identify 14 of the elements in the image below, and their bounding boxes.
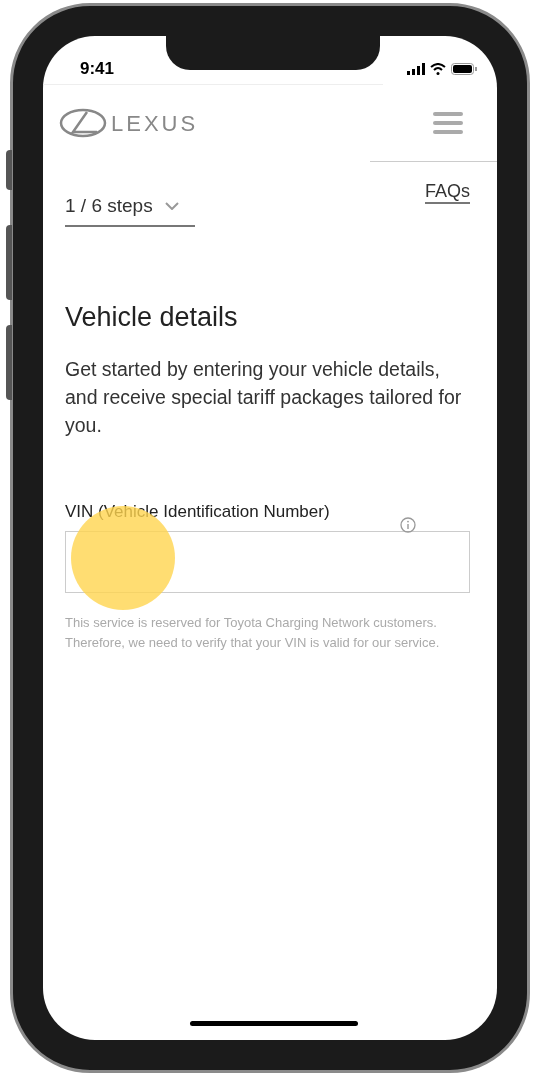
description-text: Get started by entering your vehicle details, and receive special tariff packages tailored for you.	[65, 357, 463, 438]
signal-icon	[407, 63, 425, 75]
menu-icon[interactable]	[433, 112, 463, 134]
faqs-link[interactable]: FAQs	[425, 180, 470, 204]
info-icon[interactable]	[400, 516, 416, 533]
battery-icon	[451, 63, 477, 75]
page-heading: Vehicle details	[65, 300, 239, 334]
wifi-icon	[430, 63, 446, 75]
brand-logo[interactable]: LEXUS	[59, 106, 199, 140]
help-text: This service is reserved for Toyota Charging Network customers. Therefore, we need to verify that your VIN is valid for our service.	[65, 613, 441, 652]
status-time: 9:41	[80, 58, 115, 81]
steps-dropdown[interactable]: 1 / 6 steps	[65, 192, 195, 227]
emblem-icon	[59, 108, 107, 138]
chevron-down-icon	[164, 202, 179, 211]
